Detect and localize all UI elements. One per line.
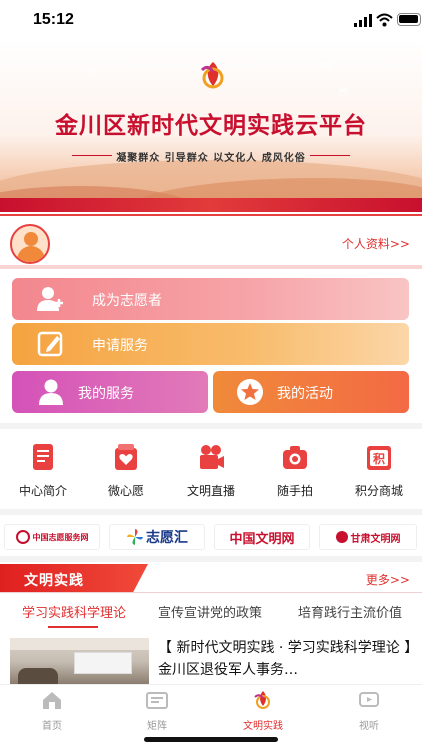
heart-card-icon xyxy=(115,444,137,470)
partner-zhiyuanhui[interactable]: 志愿汇 xyxy=(109,524,205,550)
star-icon xyxy=(237,379,263,405)
tab-promote-policy[interactable]: 宣传宣讲党的政策 xyxy=(158,602,262,621)
article-title[interactable]: 【 新时代文明实践 · 学习实践科学理论 】金川区退役军人事务… xyxy=(158,637,414,683)
my-service-button[interactable]: 我的服务 xyxy=(12,371,208,413)
tab-active-indicator xyxy=(48,626,98,628)
video-camera-icon xyxy=(200,445,224,469)
section-title: 文明实践 xyxy=(24,573,84,589)
tab-cultivate-values[interactable]: 培育践行主流价值 xyxy=(298,602,402,621)
signal-icon xyxy=(354,14,372,27)
divider xyxy=(0,423,422,429)
home-indicator xyxy=(144,737,278,742)
quick-center-intro[interactable]: 中心简介 xyxy=(8,442,78,499)
quick-micro-wish[interactable]: 微心愿 xyxy=(91,442,161,499)
home-icon xyxy=(43,692,61,709)
quick-points-mall[interactable]: 积 积分商城 xyxy=(344,442,414,499)
my-service-label: 我的服务 xyxy=(78,386,134,402)
volunteer-logo-icon xyxy=(15,530,30,544)
wifi-icon xyxy=(376,13,393,27)
tab-home[interactable]: 首页 xyxy=(17,689,87,732)
civilization-logo-icon xyxy=(200,62,224,89)
tab-civilization-practice[interactable]: 文明实践 xyxy=(228,689,298,732)
tab-audio-video[interactable]: 视听 xyxy=(334,689,404,732)
article-thumbnail[interactable] xyxy=(10,638,149,684)
avatar[interactable] xyxy=(10,224,50,264)
edit-icon xyxy=(37,331,63,357)
dove-icon: 🕊 xyxy=(318,62,332,75)
dove-icon: 🕊 xyxy=(86,68,97,77)
civilization-logo-icon xyxy=(254,691,270,709)
divider xyxy=(0,592,422,593)
profile-row: 个人资料>> xyxy=(0,216,422,264)
status-bar: 15:12 xyxy=(0,0,422,40)
banner-title: 金川区新时代文明实践云平台 xyxy=(55,112,367,139)
section-more-link[interactable]: 更多>> xyxy=(366,571,410,588)
svg-text:积: 积 xyxy=(373,451,385,466)
quick-civil-live[interactable]: 文明直播 xyxy=(176,442,246,499)
apply-service-label: 申请服务 xyxy=(92,338,148,354)
tab-matrix[interactable]: 矩阵 xyxy=(122,689,192,732)
dove-icon: 🕊 xyxy=(338,88,350,98)
partner-gansu-civilization[interactable]: 甘肃文明网 xyxy=(319,524,417,550)
my-activity-label: 我的活动 xyxy=(277,386,333,402)
add-user-icon xyxy=(37,287,63,311)
partner-china-civilization[interactable]: 中国文明网 xyxy=(214,524,310,550)
battery-icon xyxy=(397,13,421,26)
points-mall-icon: 积 xyxy=(367,446,391,470)
divider xyxy=(0,556,422,562)
gansu-logo-icon xyxy=(335,531,348,543)
document-icon xyxy=(33,444,53,470)
user-icon xyxy=(39,379,63,405)
tv-icon xyxy=(359,692,379,707)
become-volunteer-button[interactable]: 成为志愿者 xyxy=(12,278,409,320)
become-volunteer-label: 成为志愿者 xyxy=(92,293,162,309)
camera-icon xyxy=(283,446,307,469)
pinwheel-icon xyxy=(127,529,143,545)
banner-slogan: 凝聚群众 引导群众 以文化人 成风化俗 xyxy=(116,153,306,164)
matrix-icon xyxy=(146,692,168,709)
partner-china-volunteer[interactable]: 中国志愿服务网 xyxy=(4,524,100,550)
divider xyxy=(0,509,422,515)
tab-study-theory[interactable]: 学习实践科学理论 xyxy=(22,602,126,621)
quick-snapshot[interactable]: 随手拍 xyxy=(260,442,330,499)
banner[interactable]: 🕊 🕊 🕊 金川区新时代文明实践云平台 凝聚群众 引导群众 以文化人 成风化俗 xyxy=(0,40,422,212)
status-time: 15:12 xyxy=(33,11,74,28)
divider xyxy=(0,265,422,269)
profile-link[interactable]: 个人资料>> xyxy=(342,235,410,252)
apply-service-button[interactable]: 申请服务 xyxy=(12,323,409,365)
my-activity-button[interactable]: 我的活动 xyxy=(213,371,409,413)
